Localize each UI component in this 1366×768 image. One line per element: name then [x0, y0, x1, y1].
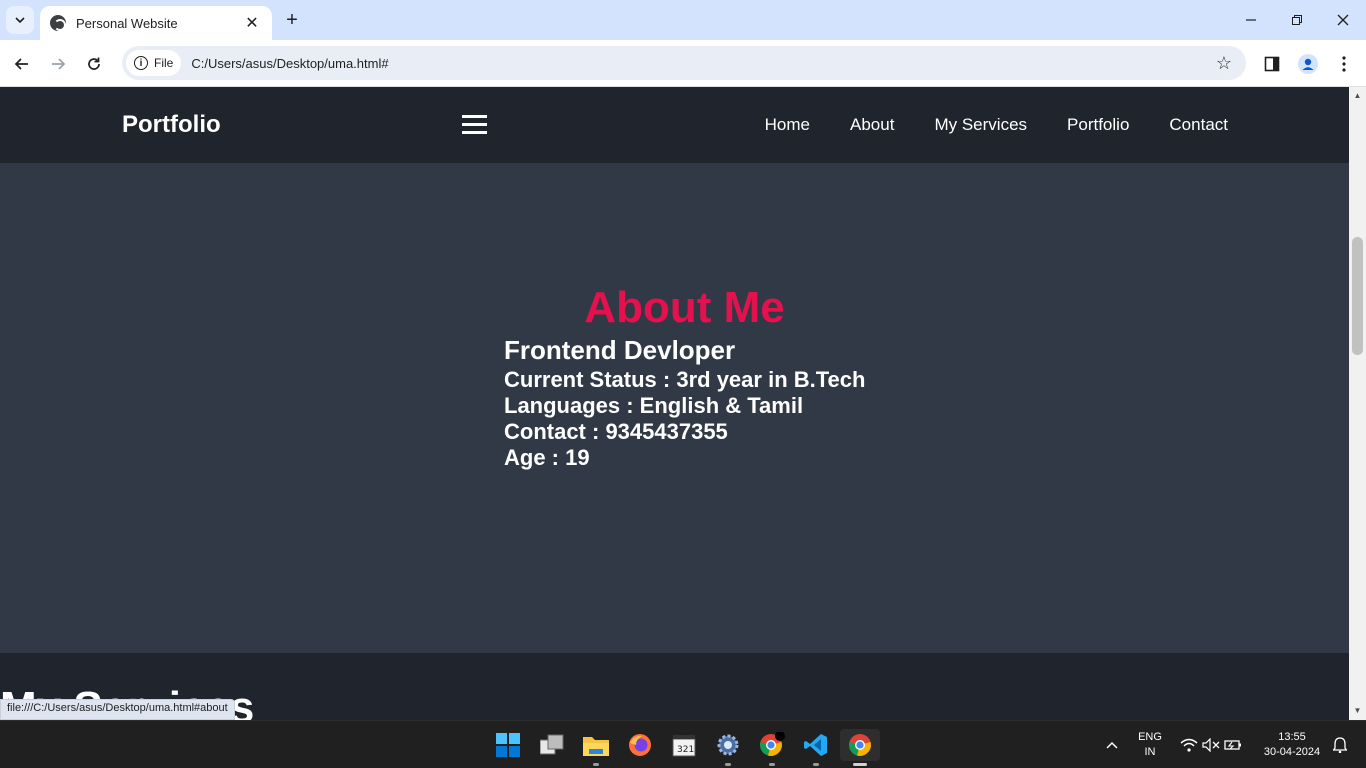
windows-logo-icon [496, 733, 520, 757]
browser-toolbar: i File C:/Users/asus/Desktop/uma.html# ☆ [0, 40, 1366, 87]
side-panel-icon [1264, 56, 1280, 72]
tab-title: Personal Website [76, 15, 178, 31]
browser-tab[interactable]: Personal Website ✕ [40, 6, 272, 40]
about-heading: About Me [584, 283, 785, 332]
reload-icon [88, 57, 100, 70]
page-scrollbar[interactable]: ▲ ▼ [1349, 87, 1366, 720]
new-tab-button[interactable]: + [280, 8, 304, 32]
nav-my-services[interactable]: My Services [934, 115, 1027, 135]
scrollbar-thumb[interactable] [1352, 237, 1363, 355]
browser-tabstrip: Personal Website ✕ + [0, 0, 1366, 40]
reload-button[interactable] [80, 50, 108, 78]
arrow-right-icon [52, 58, 66, 70]
vscode-button[interactable] [800, 729, 832, 766]
wifi-icon [1180, 738, 1198, 752]
about-role: Frontend Devloper [504, 335, 736, 365]
close-window-button[interactable] [1320, 0, 1366, 40]
chrome-active-button[interactable] [840, 729, 880, 766]
url-text[interactable]: C:/Users/asus/Desktop/uma.html# [191, 56, 1216, 71]
about-age: Age : 19 [504, 445, 590, 470]
language-indicator[interactable]: ENG IN [1134, 730, 1166, 760]
media-app-button[interactable]: 321 [668, 729, 700, 761]
region-code: IN [1144, 746, 1156, 758]
task-view-button[interactable] [536, 729, 568, 761]
restore-icon [1292, 15, 1302, 25]
firefox-icon [629, 734, 651, 756]
site-info-label: File [154, 56, 174, 70]
back-button[interactable] [8, 50, 36, 78]
language-code: ENG [1138, 731, 1162, 743]
more-vertical-icon [1342, 56, 1346, 72]
bookmark-star-icon[interactable]: ☆ [1216, 53, 1232, 74]
minimize-button[interactable] [1228, 0, 1274, 40]
profile-button[interactable] [1294, 50, 1322, 78]
about-contact: Contact : 9345437355 [504, 419, 728, 444]
gear-icon [717, 734, 739, 756]
chrome-icon [849, 734, 871, 756]
address-bar[interactable]: i File C:/Users/asus/Desktop/uma.html# ☆ [122, 46, 1246, 80]
hamburger-menu-icon[interactable] [462, 115, 487, 135]
site-logo[interactable]: Portfolio [122, 111, 221, 139]
globe-icon [50, 15, 66, 31]
task-view-icon [540, 734, 564, 755]
scroll-down-arrow-icon[interactable]: ▼ [1349, 706, 1366, 715]
info-icon: i [134, 56, 148, 70]
browser-menu-button[interactable] [1330, 50, 1358, 78]
about-languages: Languages : English & Tamil [504, 393, 804, 418]
about-section: About Me Frontend Devloper Current Statu… [0, 163, 1349, 653]
file-explorer-button[interactable] [580, 729, 612, 766]
chevron-down-icon [15, 17, 25, 24]
nav-home[interactable]: Home [765, 115, 810, 135]
nav-portfolio[interactable]: Portfolio [1067, 115, 1129, 135]
start-button[interactable] [492, 729, 524, 761]
battery-icon [1224, 740, 1241, 750]
taskbar: 321 ENG IN 13:55 30-04-2024 [0, 720, 1366, 768]
tray-overflow-button[interactable] [1096, 729, 1128, 761]
restore-button[interactable] [1274, 0, 1320, 40]
clock-date: 30-04-2024 [1263, 746, 1321, 758]
chevron-up-icon [1106, 741, 1118, 749]
about-status: Current Status : 3rd year in B.Tech [504, 367, 866, 392]
clock-time: 13:55 [1278, 731, 1306, 743]
nav-contact[interactable]: Contact [1169, 115, 1228, 135]
tab-search-button[interactable] [6, 6, 34, 34]
folder-icon [583, 737, 609, 756]
link-status-bubble: file:///C:/Users/asus/Desktop/uma.html#a… [0, 699, 235, 720]
close-icon [1337, 14, 1349, 26]
svg-text:321: 321 [677, 745, 694, 755]
site-header: Portfolio Home About My Services Portfol… [0, 87, 1349, 163]
clock[interactable]: 13:55 30-04-2024 [1256, 730, 1328, 760]
settings-button[interactable] [712, 729, 744, 766]
chrome-icon [760, 732, 785, 756]
web-page: Portfolio Home About My Services Portfol… [0, 87, 1349, 720]
notification-bell-icon [1333, 737, 1347, 753]
side-panel-button[interactable] [1258, 50, 1286, 78]
clapperboard-icon: 321 [672, 735, 696, 757]
nav-about[interactable]: About [850, 115, 894, 135]
site-nav: Home About My Services Portfolio Contact [765, 115, 1228, 135]
minimize-icon [1246, 19, 1256, 21]
firefox-button[interactable] [624, 729, 656, 761]
chrome-profile-button[interactable] [756, 729, 788, 766]
vscode-icon [804, 734, 827, 756]
scroll-up-arrow-icon[interactable]: ▲ [1349, 91, 1366, 100]
profile-icon [1298, 54, 1318, 74]
notifications-button[interactable] [1330, 729, 1350, 761]
arrow-left-icon [14, 58, 28, 70]
tab-close-button[interactable]: ✕ [242, 13, 262, 33]
forward-button[interactable] [44, 50, 72, 78]
site-info-chip[interactable]: i File [126, 50, 182, 76]
quick-settings-button[interactable] [1176, 729, 1246, 761]
speaker-muted-icon [1202, 738, 1220, 752]
